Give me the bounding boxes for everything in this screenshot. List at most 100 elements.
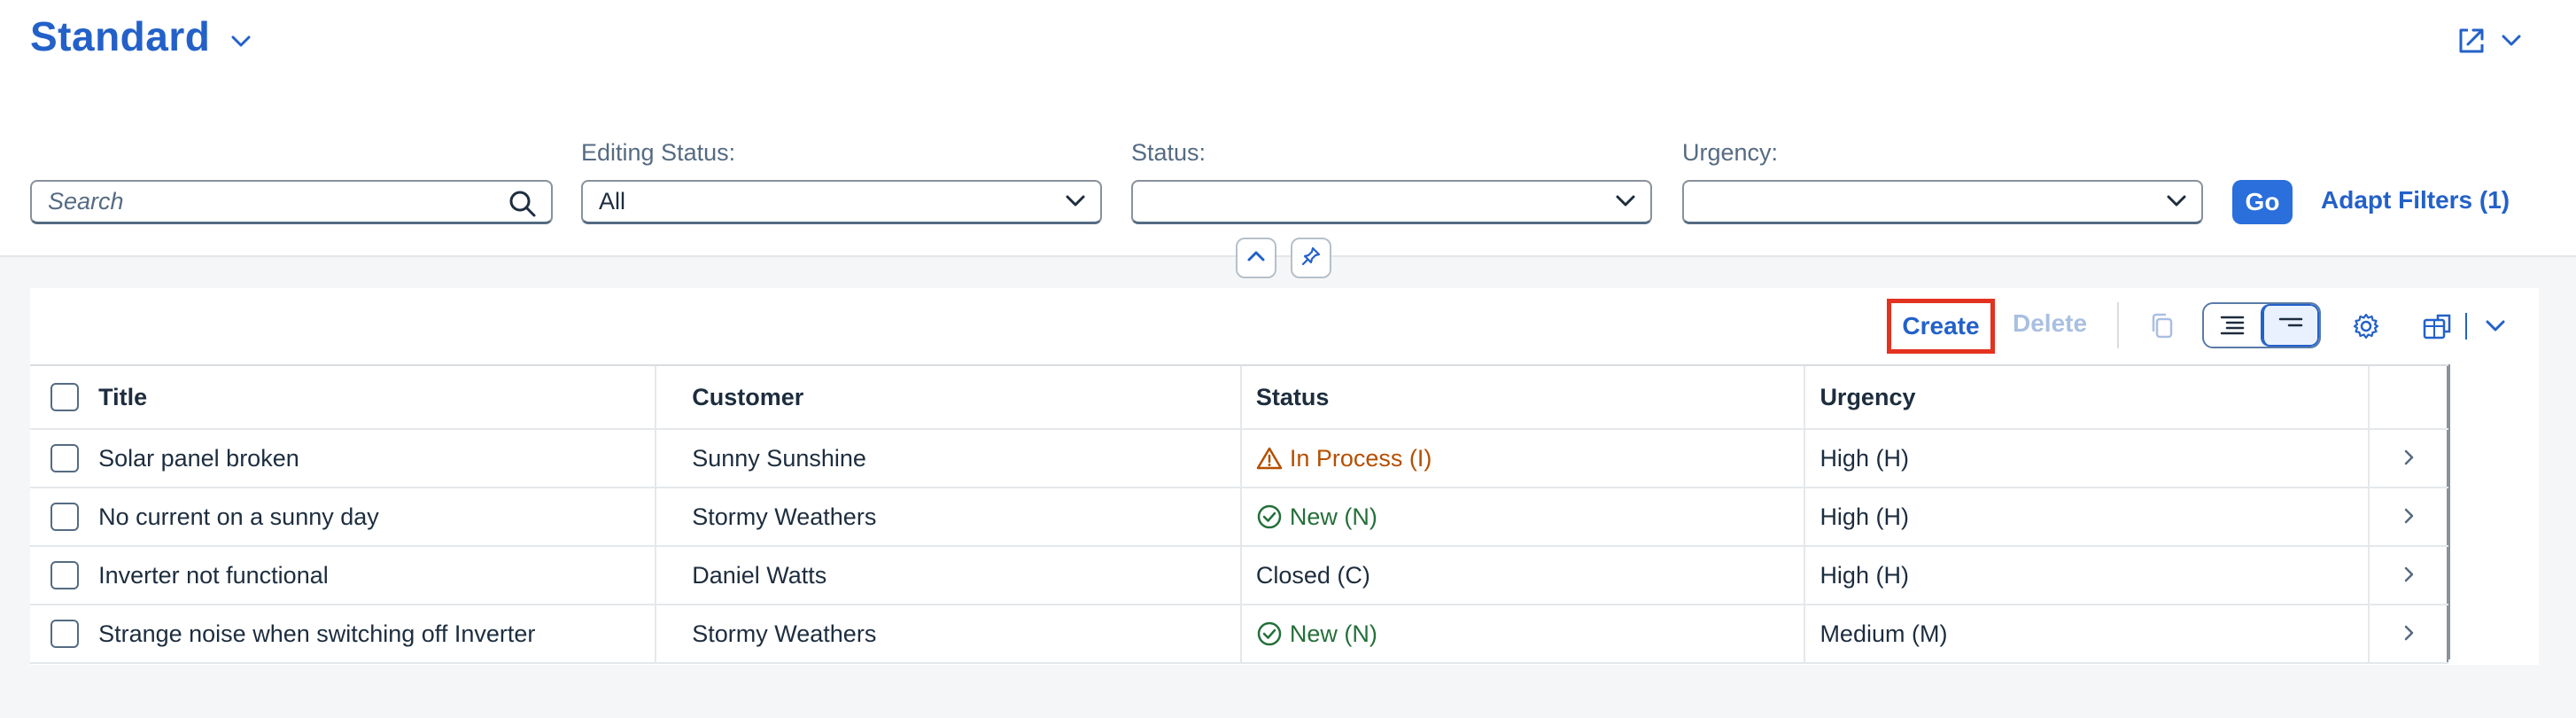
column-header-title[interactable]: Title <box>98 366 678 428</box>
status-filter: Status: <box>1131 137 1206 168</box>
row-select-cell <box>30 605 98 662</box>
table-row[interactable]: Solar panel broken Sunny Sunshine In Pro… <box>30 430 2448 488</box>
column-header-navigation <box>2370 366 2448 428</box>
status-select[interactable] <box>1131 180 1652 224</box>
table-row[interactable]: No current on a sunny day Stormy Weather… <box>30 488 2448 547</box>
status-text: New (N) <box>1289 503 1377 530</box>
chevron-down-icon[interactable] <box>231 35 251 48</box>
select-all-cell <box>30 366 98 428</box>
export-spreadsheet-icon[interactable] <box>2417 306 2457 347</box>
variant-management[interactable]: Standard <box>30 12 251 60</box>
status-text: New (N) <box>1289 620 1377 647</box>
table-right-border <box>2448 364 2450 659</box>
toolbar-separator <box>2117 302 2119 348</box>
table-header-row: Title Customer Status Urgency <box>30 366 2448 430</box>
editing-status-label: Editing Status: <box>581 139 736 166</box>
row-navigation-cell[interactable] <box>2370 605 2448 662</box>
cell-customer: Daniel Watts <box>678 547 1242 604</box>
chevron-down-icon[interactable] <box>1615 194 1636 208</box>
column-header-customer[interactable]: Customer <box>678 366 1242 428</box>
search-placeholder: Search <box>48 188 124 215</box>
column-divider <box>655 488 656 545</box>
cell-urgency: High (H) <box>1805 547 2370 604</box>
cell-title: Inverter not functional <box>98 561 329 589</box>
cell-status: In Process (I) <box>1242 430 1806 487</box>
row-navigation-cell[interactable] <box>2370 430 2448 487</box>
search-icon[interactable] <box>508 190 537 218</box>
chevron-down-icon[interactable] <box>2502 35 2521 51</box>
chevron-right-icon[interactable] <box>2403 562 2414 589</box>
select-all-checkbox[interactable] <box>50 383 79 411</box>
row-checkbox[interactable] <box>50 503 79 531</box>
pin-header-button[interactable] <box>1291 238 1331 278</box>
chevron-down-icon[interactable] <box>2166 194 2187 208</box>
settings-gear-icon[interactable] <box>2346 306 2386 347</box>
cell-customer: Stormy Weathers <box>678 605 1242 662</box>
filter-bar-header: Standard Search Editing Status: All Stat… <box>0 0 2576 257</box>
cell-urgency: Medium (M) <box>1805 605 2370 662</box>
check-circle-icon <box>1256 620 1283 647</box>
tree-view-icon[interactable] <box>2204 304 2261 347</box>
editing-status-select[interactable]: All <box>581 180 1102 224</box>
chevron-right-icon[interactable] <box>2403 620 2414 648</box>
data-table: Title Customer Status Urgency Solar pane… <box>30 364 2448 664</box>
cell-urgency: High (H) <box>1805 430 2370 487</box>
row-checkbox[interactable] <box>50 561 79 589</box>
row-navigation-cell[interactable] <box>2370 488 2448 545</box>
page-title[interactable]: Standard <box>30 12 210 60</box>
chevron-up-icon <box>1247 250 1265 267</box>
view-mode-toggle[interactable] <box>2202 302 2321 348</box>
search-input[interactable]: Search <box>30 180 553 224</box>
table-row[interactable]: Strange noise when switching off Inverte… <box>30 605 2448 664</box>
status-label: Status: <box>1131 139 1207 166</box>
cell-title: Solar panel broken <box>98 444 299 472</box>
go-button[interactable]: Go <box>2232 180 2293 224</box>
export-separator <box>2465 313 2467 339</box>
cell-title: No current on a sunny day <box>98 503 379 530</box>
cell-status: New (N) <box>1242 605 1806 662</box>
table-panel: Create Delete Title Customer Status Urge… <box>30 288 2539 665</box>
copy-icon[interactable] <box>2142 306 2183 347</box>
delete-button[interactable]: Delete <box>2013 309 2087 338</box>
table-row[interactable]: Inverter not functional Daniel Watts Clo… <box>30 547 2448 605</box>
row-checkbox[interactable] <box>50 444 79 472</box>
chevron-right-icon[interactable] <box>2403 503 2414 531</box>
create-button[interactable]: Create <box>1887 299 1995 354</box>
chevron-down-icon[interactable] <box>2475 306 2516 347</box>
table-toolbar: Create Delete <box>30 288 2539 364</box>
cell-customer: Stormy Weathers <box>678 488 1242 545</box>
column-header-urgency[interactable]: Urgency <box>1805 366 2370 428</box>
column-header-status[interactable]: Status <box>1242 366 1806 428</box>
urgency-label: Urgency: <box>1682 139 1779 166</box>
row-select-cell <box>30 547 98 604</box>
adapt-filters-button[interactable]: Adapt Filters (1) <box>2321 186 2510 215</box>
cell-title: Strange noise when switching off Inverte… <box>98 620 536 647</box>
collapse-header-button[interactable] <box>1236 238 1276 278</box>
editing-status-filter: Editing Status: <box>581 137 735 168</box>
cell-urgency: High (H) <box>1805 488 2370 545</box>
urgency-select[interactable] <box>1682 180 2203 224</box>
column-divider <box>655 430 656 487</box>
cell-status: New (N) <box>1242 488 1806 545</box>
row-select-cell <box>30 488 98 545</box>
column-divider <box>655 366 656 428</box>
pin-icon <box>1300 246 1322 271</box>
status-text: Closed (C) <box>1255 561 1370 589</box>
check-circle-icon <box>1256 503 1283 530</box>
column-divider <box>655 605 656 662</box>
cell-customer: Sunny Sunshine <box>678 430 1242 487</box>
warning-icon <box>1256 446 1283 471</box>
share-icon[interactable] <box>2456 25 2487 61</box>
column-divider <box>655 547 656 604</box>
share-menu[interactable] <box>2456 25 2521 61</box>
chevron-down-icon[interactable] <box>1065 194 1086 208</box>
editing-status-value: All <box>599 188 626 215</box>
row-select-cell <box>30 430 98 487</box>
chevron-right-icon[interactable] <box>2403 445 2414 472</box>
row-navigation-cell[interactable] <box>2370 547 2448 604</box>
cell-status: Closed (C) <box>1242 547 1806 604</box>
row-checkbox[interactable] <box>50 620 79 648</box>
urgency-filter: Urgency: <box>1682 137 1778 168</box>
status-text: In Process (I) <box>1289 444 1432 472</box>
flat-view-icon[interactable] <box>2261 304 2319 347</box>
